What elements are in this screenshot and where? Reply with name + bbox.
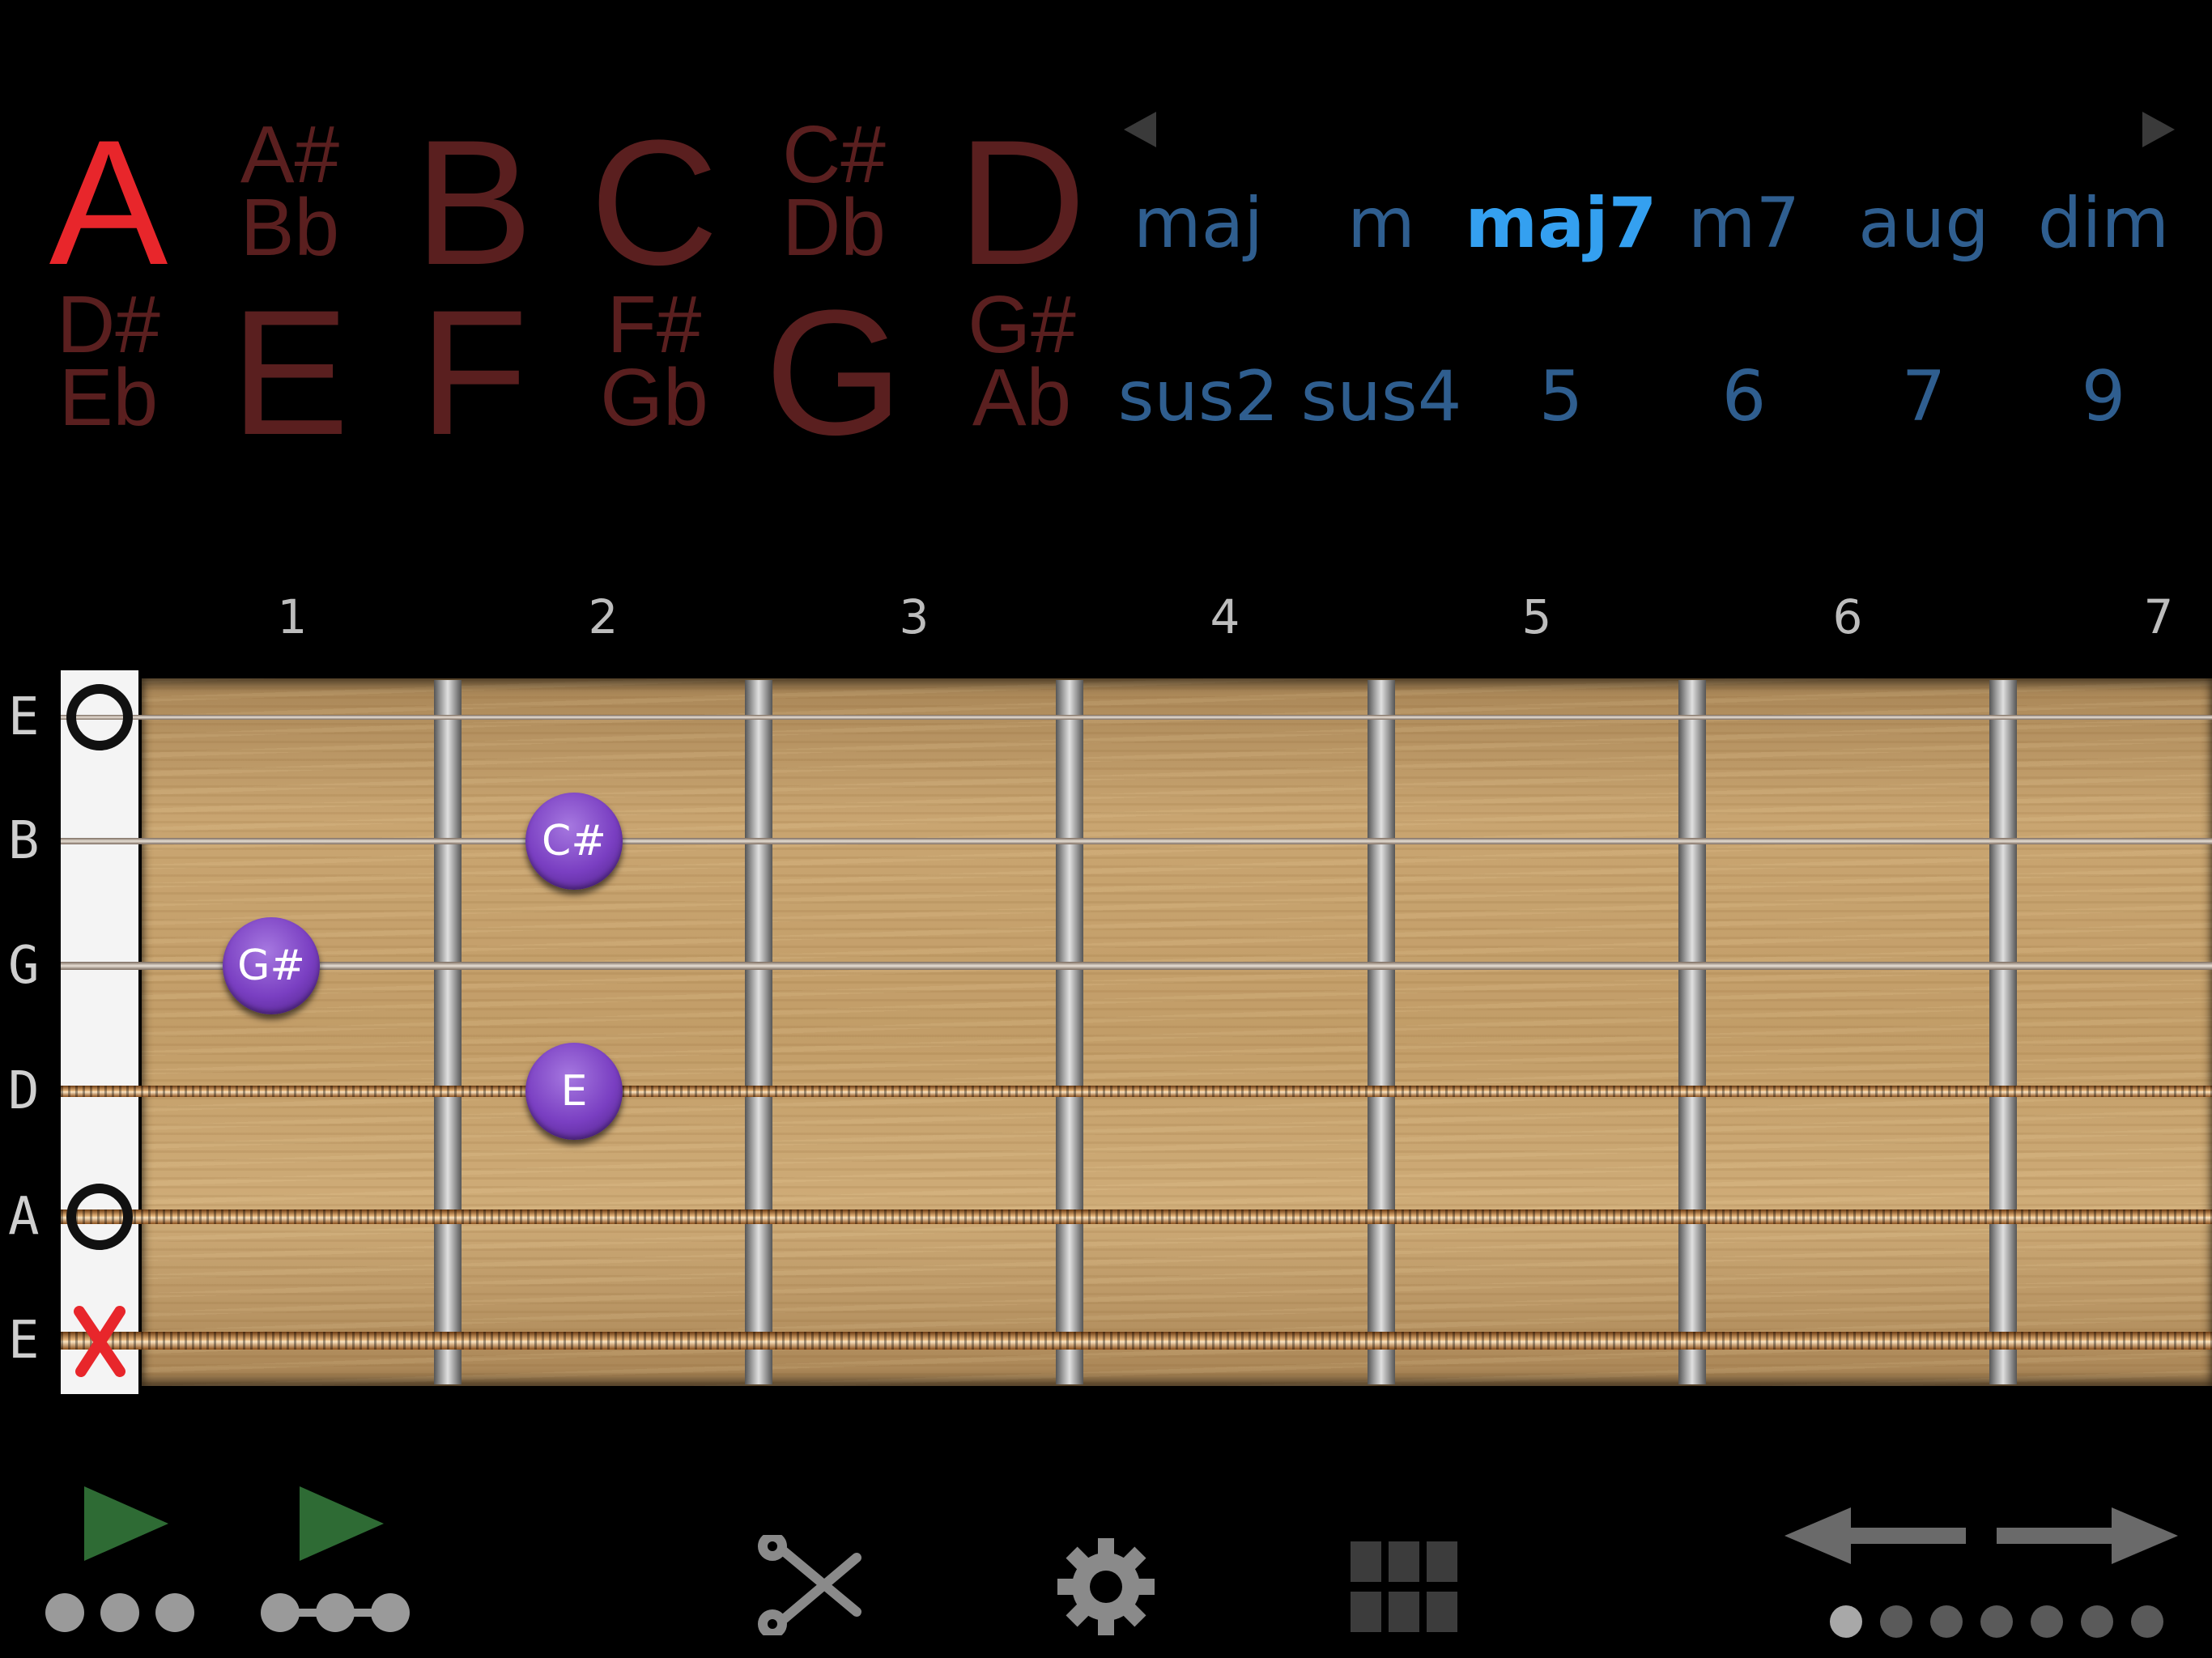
- finger-position-marker[interactable]: C#: [525, 793, 623, 890]
- chord-type-scroll-left-icon[interactable]: [1124, 112, 1156, 147]
- guitar-string[interactable]: [61, 1332, 2212, 1350]
- fret-wire: [1678, 680, 1706, 1384]
- root-note-b[interactable]: B: [368, 113, 579, 291]
- root-note-d[interactable]: D: [917, 113, 1127, 291]
- root-note-f[interactable]: F: [368, 283, 579, 461]
- root-note-c[interactable]: C: [549, 113, 759, 291]
- chord-type-scroll-right-icon[interactable]: [2142, 112, 2175, 147]
- chord-type-maj[interactable]: maj: [1134, 183, 1263, 264]
- root-note-g[interactable]: G: [729, 283, 939, 461]
- fret-number-1: 1: [277, 589, 308, 644]
- guitar-string[interactable]: [61, 1209, 2212, 1224]
- muted-string-icon[interactable]: [71, 1305, 128, 1378]
- chord-type-9[interactable]: 9: [2082, 356, 2126, 437]
- previous-page-arrow-icon[interactable]: [1784, 1507, 1967, 1564]
- arpeggio-dot-icon: [261, 1593, 300, 1632]
- fret-number-4: 4: [1210, 589, 1240, 644]
- chord-type-aug[interactable]: aug: [1858, 183, 1989, 264]
- guitar-string[interactable]: [61, 838, 2212, 844]
- open-string-icon[interactable]: [66, 684, 133, 750]
- strum-dot-icon: [45, 1593, 84, 1632]
- root-note-e[interactable]: E: [185, 283, 395, 461]
- fret-wire: [745, 680, 772, 1384]
- root-note-csharp-db[interactable]: C# Db: [729, 109, 939, 273]
- gear-icon[interactable]: [1056, 1537, 1156, 1637]
- strum-dot-icon: [100, 1593, 139, 1632]
- page-dot-icon[interactable]: [2081, 1605, 2113, 1638]
- root-note-a[interactable]: A: [3, 113, 214, 291]
- page-dot-icon[interactable]: [1830, 1605, 1862, 1638]
- fret-number-7: 7: [2143, 589, 2174, 644]
- chord-type-5[interactable]: 5: [1539, 356, 1584, 437]
- guitar-string[interactable]: [61, 1086, 2212, 1097]
- page-dot-icon[interactable]: [2131, 1605, 2163, 1638]
- finger-position-marker[interactable]: E: [525, 1043, 623, 1140]
- root-note-label: C#: [782, 109, 886, 200]
- root-note-label: Eb: [58, 352, 159, 443]
- root-note-label: G#: [968, 279, 1076, 370]
- chord-type-dim[interactable]: dim: [2038, 183, 2169, 264]
- chord-type-7[interactable]: 7: [1902, 356, 1946, 437]
- open-string-icon[interactable]: [66, 1184, 133, 1250]
- fret-wire: [1989, 680, 2017, 1384]
- arpeggio-dot-icon: [371, 1593, 410, 1632]
- page-dot-icon[interactable]: [1880, 1605, 1912, 1638]
- play-arpeggio-button[interactable]: [300, 1486, 384, 1561]
- root-note-label: F#: [606, 279, 702, 370]
- string-label: E: [8, 1311, 40, 1371]
- play-chord-button[interactable]: [84, 1486, 168, 1561]
- guitar-string[interactable]: [61, 715, 2212, 720]
- arpeggio-dot-icon: [316, 1593, 355, 1632]
- root-note-label: A#: [240, 109, 340, 200]
- fret-number-3: 3: [899, 589, 929, 644]
- fret-wire: [1056, 680, 1083, 1384]
- chord-type-maj7[interactable]: maj7: [1465, 183, 1657, 264]
- fret-number-6: 6: [1832, 589, 1863, 644]
- page-dot-icon[interactable]: [2031, 1605, 2063, 1638]
- scissors-icon[interactable]: [751, 1535, 865, 1635]
- strum-dot-icon: [155, 1593, 194, 1632]
- fret-wire: [1368, 680, 1395, 1384]
- root-note-label: Ab: [972, 352, 1072, 443]
- root-note-label: Gb: [600, 352, 708, 443]
- chord-type-sus2[interactable]: sus2: [1118, 356, 1279, 437]
- root-note-dsharp-eb[interactable]: D# Eb: [3, 279, 214, 443]
- chord-type-sus4[interactable]: sus4: [1301, 356, 1462, 437]
- root-note-label: Db: [782, 182, 886, 273]
- root-note-asharp-bb[interactable]: A# Bb: [185, 109, 395, 273]
- fret-number-2: 2: [588, 589, 619, 644]
- string-label: G: [8, 936, 40, 996]
- fret-wire: [434, 680, 462, 1384]
- string-label: A: [8, 1187, 40, 1247]
- root-note-label: D#: [57, 279, 160, 370]
- next-page-arrow-icon[interactable]: [1995, 1507, 2178, 1564]
- root-note-label: Bb: [240, 182, 340, 273]
- root-note-fsharp-gb[interactable]: F# Gb: [549, 279, 759, 443]
- chord-type-m7[interactable]: m7: [1688, 183, 1801, 264]
- chord-type-6[interactable]: 6: [1722, 356, 1767, 437]
- fret-number-5: 5: [1521, 589, 1552, 644]
- chord-type-m[interactable]: m: [1347, 183, 1415, 264]
- finger-position-marker[interactable]: G#: [223, 917, 320, 1014]
- string-label: D: [8, 1061, 40, 1121]
- string-label: E: [8, 687, 40, 747]
- page-dot-icon[interactable]: [1980, 1605, 2013, 1638]
- page-dot-icon[interactable]: [1930, 1605, 1963, 1638]
- guitar-string[interactable]: [61, 962, 2212, 970]
- grid-icon[interactable]: [1351, 1541, 1457, 1632]
- string-label: B: [8, 811, 40, 871]
- nut: [61, 670, 138, 1394]
- root-note-gsharp-ab[interactable]: G# Ab: [917, 279, 1127, 443]
